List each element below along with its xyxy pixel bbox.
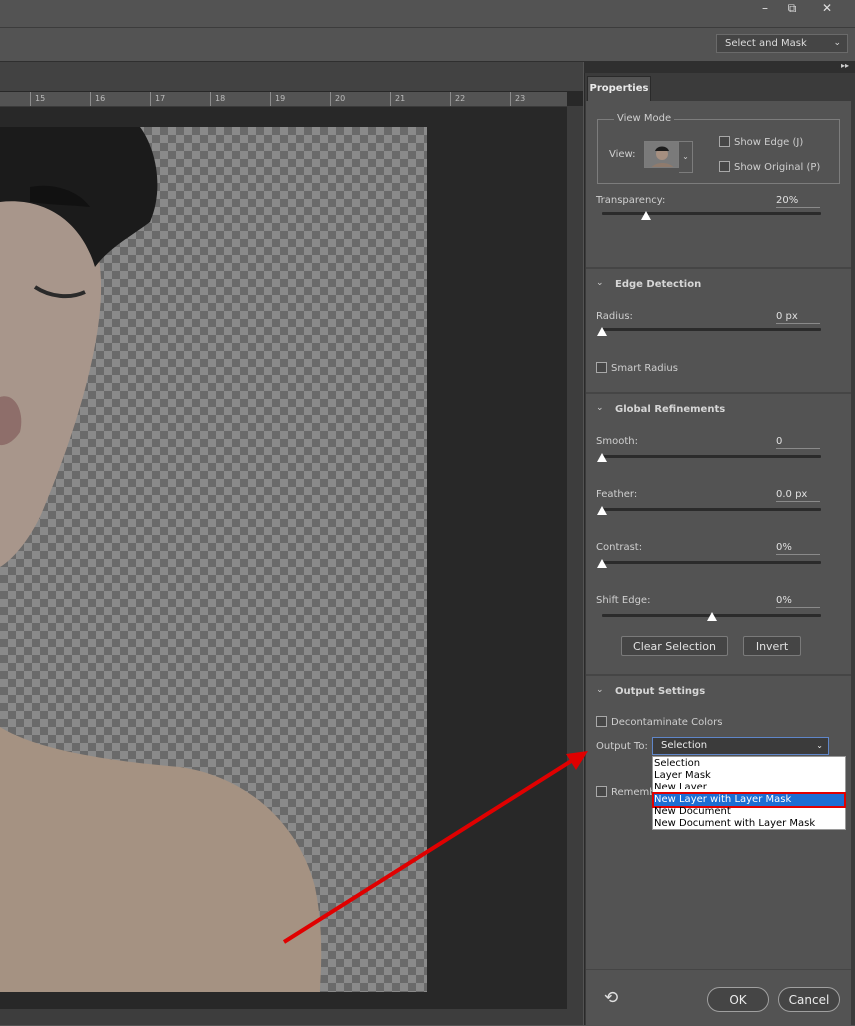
annotation-arrow — [282, 751, 588, 944]
